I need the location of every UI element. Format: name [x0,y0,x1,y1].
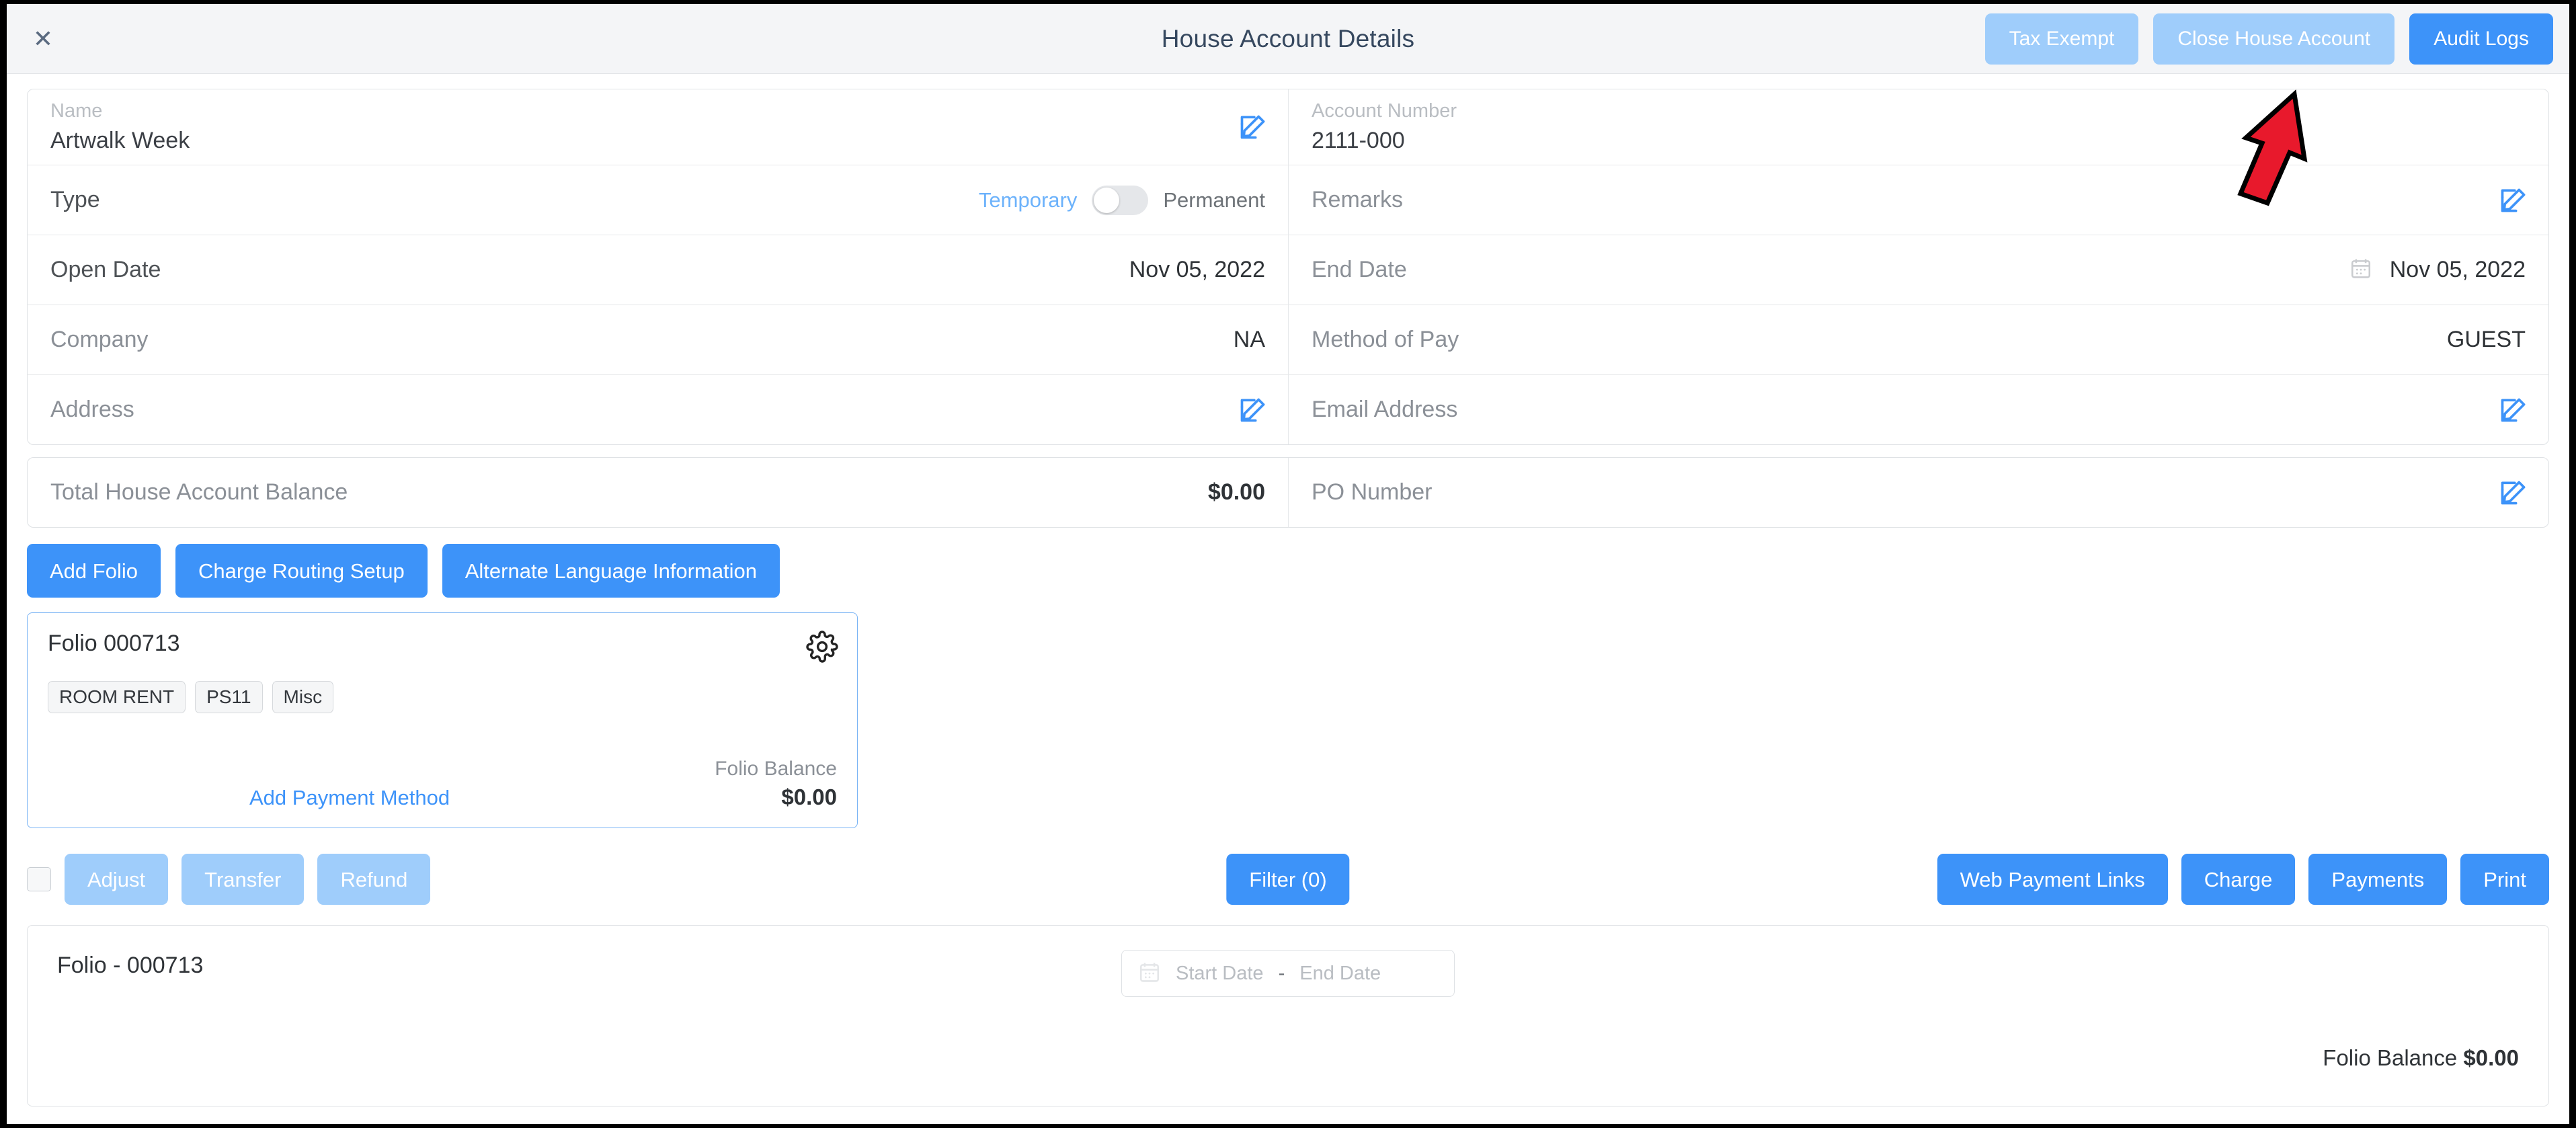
gear-icon[interactable] [806,631,838,663]
transfer-button[interactable]: Transfer [182,854,305,905]
folio-detail-panel: Folio - 000713 Start Date - End Date Fol… [27,925,2549,1107]
adjust-button[interactable]: Adjust [65,854,169,905]
folio-action-buttons: Add Folio Charge Routing Setup Alternate… [27,544,2549,598]
audit-logs-button[interactable]: Audit Logs [2409,13,2553,65]
date-range-picker[interactable]: Start Date - End Date [1121,950,1455,998]
account-number-label: Account Number [1312,100,1457,122]
type-label: Type [50,187,100,213]
refund-button[interactable]: Refund [317,854,431,905]
end-date-label: End Date [1312,257,1407,283]
toolbar-center-group: Filter (0) [1226,854,1350,905]
company-value: NA [1233,327,1265,353]
folio-card-balance: Folio Balance $0.00 [715,758,837,810]
balance-form: Total House Account Balance $0.00 PO Num… [27,457,2549,528]
address-field[interactable]: Address [28,375,1288,444]
type-option-temporary[interactable]: Temporary [979,188,1077,212]
end-date-input[interactable]: End Date [1299,963,1381,985]
web-payment-links-button[interactable]: Web Payment Links [1937,854,2168,905]
open-date-label: Open Date [50,257,161,283]
remarks-field[interactable]: Remarks [1288,165,2548,235]
folio-card[interactable]: Folio 000713 ROOM RENT PS11 Misc Add Pay… [27,612,858,829]
charge-routing-setup-button[interactable]: Charge Routing Setup [175,544,428,598]
select-all-checkbox[interactable] [27,867,51,892]
form-row-balance: Total House Account Balance $0.00 PO Num… [28,458,2548,528]
type-field: Type Temporary Permanent [28,165,1288,235]
edit-icon[interactable] [1238,112,1268,142]
calendar-icon[interactable] [2349,255,2372,284]
form-row-company: Company NA Method of Pay GUEST [28,305,2548,376]
calendar-icon [1138,959,1161,988]
folio-detail-balance-value: $0.00 [2463,1045,2519,1071]
open-date-value: Nov 05, 2022 [1129,257,1265,283]
name-value: Artwalk Week [50,128,190,154]
toolbar-right-group: Web Payment Links Charge Payments Print [1937,854,2549,905]
form-row-type: Type Temporary Permanent Remarks [28,165,2548,236]
company-field: Company NA [28,305,1288,374]
company-label: Company [50,327,149,353]
end-date-value: Nov 05, 2022 [2389,257,2526,283]
open-date-field: Open Date Nov 05, 2022 [28,235,1288,305]
total-balance-label: Total House Account Balance [50,479,348,506]
filter-button[interactable]: Filter (0) [1226,854,1350,905]
folio-chip[interactable]: Misc [272,681,334,714]
total-balance-value: $0.00 [1207,479,1265,506]
folio-card-title: Folio 000713 [48,631,180,657]
remarks-label: Remarks [1312,187,1404,213]
toolbar-left-group: Adjust Transfer Refund [27,854,431,905]
toggle-knob [1094,187,1120,213]
folio-chip[interactable]: PS11 [195,681,263,714]
charge-button[interactable]: Charge [2181,854,2296,905]
folio-balance-value: $0.00 [781,784,837,810]
form-row-name: Name Artwalk Week Account Number 2111-00… [28,89,2548,166]
header-actions: Tax Exempt Close House Account Audit Log… [1984,13,2553,65]
type-toggle-switch[interactable] [1092,185,1149,215]
end-date-field[interactable]: End Date Nov 05, 2022 [1288,235,2548,305]
total-house-account-balance-field: Total House Account Balance $0.00 [28,458,1288,527]
name-label: Name [50,100,103,122]
email-address-field[interactable]: Email Address [1288,375,2548,445]
po-number-label: PO Number [1312,479,1433,506]
edit-icon[interactable] [2499,395,2528,425]
email-address-label: Email Address [1312,397,1458,423]
modal-header: ✕ House Account Details Tax Exempt Close… [7,4,2569,74]
start-date-input[interactable]: Start Date [1176,963,1264,985]
method-of-pay-field: Method of Pay GUEST [1288,305,2548,375]
po-number-field[interactable]: PO Number [1288,458,2548,528]
modal-body: Name Artwalk Week Account Number 2111-00… [7,74,2569,1107]
tax-exempt-button[interactable]: Tax Exempt [1984,13,2139,65]
folio-chip[interactable]: ROOM RENT [48,681,186,714]
add-payment-method-link[interactable]: Add Payment Method [249,786,450,810]
add-folio-button[interactable]: Add Folio [27,544,161,598]
payments-button[interactable]: Payments [2308,854,2448,905]
print-button[interactable]: Print [2460,854,2549,905]
edit-icon[interactable] [1238,395,1268,425]
house-account-details-modal: ✕ House Account Details Tax Exempt Close… [0,0,2576,1128]
form-row-address: Address Email Address [28,375,2548,445]
method-of-pay-label: Method of Pay [1312,327,1459,353]
type-option-permanent[interactable]: Permanent [1163,188,1265,212]
address-label: Address [50,397,134,423]
method-of-pay-value: GUEST [2446,327,2526,353]
type-toggle-group: Temporary Permanent [979,185,1265,215]
edit-icon[interactable] [2499,478,2528,508]
date-range-separator: - [1278,962,1285,984]
folio-detail-balance-label: Folio Balance [2323,1045,2458,1071]
folio-toolbar: Adjust Transfer Refund Filter (0) Web Pa… [27,851,2549,908]
close-house-account-button[interactable]: Close House Account [2153,13,2395,65]
edit-icon[interactable] [2499,186,2528,215]
folio-chip-list: ROOM RENT PS11 Misc [48,681,837,714]
form-row-dates: Open Date Nov 05, 2022 End Date Nov 05, … [28,235,2548,306]
folio-card-footer: Add Payment Method Folio Balance $0.00 [48,758,837,810]
alternate-language-information-button[interactable]: Alternate Language Information [442,544,780,598]
folio-balance-label: Folio Balance [715,758,837,780]
name-field[interactable]: Name Artwalk Week [28,89,1288,165]
account-details-form: Name Artwalk Week Account Number 2111-00… [27,89,2549,446]
account-number-field: Account Number 2111-000 [1288,89,2548,165]
account-number-value: 2111-000 [1312,128,1405,154]
folio-detail-balance: Folio Balance $0.00 [2323,1045,2519,1071]
